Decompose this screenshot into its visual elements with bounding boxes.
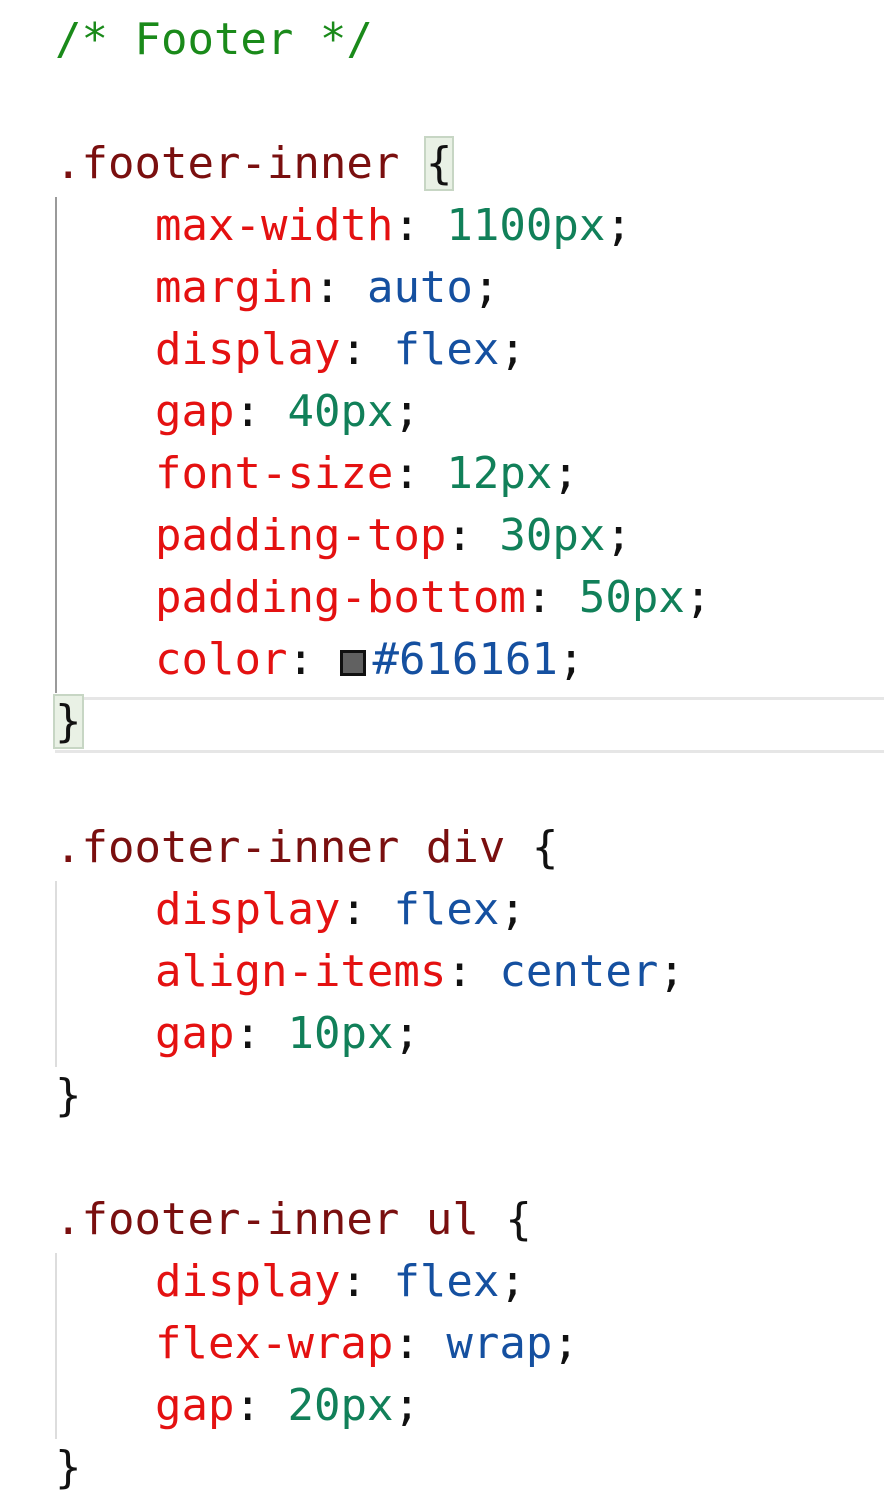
property-value: flex xyxy=(393,324,500,375)
property-value: wrap xyxy=(446,1318,553,1369)
property-name: padding-bottom xyxy=(155,572,526,623)
declaration-line: display: flex; xyxy=(155,879,526,941)
property-name: color xyxy=(155,634,288,685)
indent-guide-rule-1 xyxy=(55,197,57,693)
property-name: gap xyxy=(155,1008,235,1059)
declaration-line: display: flex; xyxy=(155,319,526,381)
colon: : xyxy=(393,1318,420,1369)
semicolon: ; xyxy=(684,572,712,623)
colon: : xyxy=(393,448,420,499)
property-value: 40px xyxy=(287,386,394,437)
property-name: padding-top xyxy=(155,510,447,561)
rule-1-selector: .footer-inner xyxy=(55,138,400,189)
property-value: #616161 xyxy=(372,634,558,685)
property-value: 1100px xyxy=(446,200,606,251)
colon: : xyxy=(340,1256,367,1307)
indent-guide-rule-2 xyxy=(55,881,57,1067)
colon: : xyxy=(234,1380,261,1431)
property-name: font-size xyxy=(155,448,394,499)
property-name: margin xyxy=(155,262,314,313)
semicolon: ; xyxy=(499,1256,526,1307)
semicolon: ; xyxy=(499,884,526,935)
property-name: align-items xyxy=(155,946,447,997)
property-name: flex-wrap xyxy=(155,1318,394,1369)
rule-1-selector-line: .footer-inner { xyxy=(55,133,455,195)
rule-3-selector-line: .footer-inner ul { xyxy=(55,1189,532,1251)
comment-line: /* Footer */ xyxy=(55,14,373,65)
property-name: display xyxy=(155,884,341,935)
rule-1-open-brace: { xyxy=(423,136,455,191)
colon: : xyxy=(340,324,367,375)
property-name: display xyxy=(155,1256,341,1307)
semicolon: ; xyxy=(552,1318,579,1369)
colon: : xyxy=(234,386,261,437)
semicolon: ; xyxy=(393,1380,420,1431)
declaration-line: display: flex; xyxy=(155,1251,526,1313)
property-value: center xyxy=(499,946,659,997)
rule-1-close-line: } xyxy=(53,691,84,753)
colon: : xyxy=(446,946,473,997)
color-swatch-icon[interactable] xyxy=(340,650,367,676)
property-value: flex xyxy=(393,1256,500,1307)
property-name: display xyxy=(155,324,341,375)
property-value: flex xyxy=(393,884,500,935)
property-value: 10px xyxy=(287,1008,394,1059)
colon: : xyxy=(287,634,314,685)
indent-guide-rule-3 xyxy=(55,1253,57,1439)
semicolon: ; xyxy=(605,510,632,561)
property-name: gap xyxy=(155,386,235,437)
colon: : xyxy=(234,1008,261,1059)
property-name: gap xyxy=(155,1380,235,1431)
declaration-line: max-width: 1100px; xyxy=(155,195,632,257)
semicolon: ; xyxy=(552,448,579,499)
declaration-line: gap: 20px; xyxy=(155,1375,420,1437)
colon: : xyxy=(393,200,420,251)
semicolon: ; xyxy=(557,634,585,685)
property-value: 12px xyxy=(446,448,553,499)
colon: : xyxy=(340,884,367,935)
rule-2-selector-line: .footer-inner div { xyxy=(55,817,558,879)
rule-3-selector: .footer-inner ul xyxy=(55,1194,479,1245)
rule-1-close-brace: } xyxy=(53,694,84,749)
property-value: 30px xyxy=(499,510,606,561)
semicolon: ; xyxy=(658,946,685,997)
rule-3-close-line: } xyxy=(55,1437,82,1499)
semicolon: ; xyxy=(499,324,526,375)
rule-2-close-brace: } xyxy=(55,1070,82,1121)
current-line-highlight xyxy=(55,697,884,753)
colon: : xyxy=(525,572,553,623)
declaration-line: align-items: center; xyxy=(155,941,685,1003)
property-value: 50px xyxy=(578,572,685,623)
declaration-line: padding-bottom: 50px; xyxy=(155,567,711,629)
declaration-line: flex-wrap: wrap; xyxy=(155,1313,579,1375)
rule-2-selector: .footer-inner div xyxy=(55,822,506,873)
declaration-line: margin: auto; xyxy=(155,257,499,319)
declaration-line: font-size: 12px; xyxy=(155,443,579,505)
rule-2-open-brace: { xyxy=(531,822,559,873)
semicolon: ; xyxy=(393,1008,420,1059)
semicolon: ; xyxy=(393,386,420,437)
colon: : xyxy=(446,510,473,561)
rule-3-close-brace: } xyxy=(55,1442,82,1493)
declaration-line: padding-top: 30px; xyxy=(155,505,632,567)
colon: : xyxy=(313,262,341,313)
code-editor[interactable]: /* Footer */ .footer-inner { max-width: … xyxy=(0,0,884,1508)
declaration-line: gap: 40px; xyxy=(155,381,420,443)
property-name: max-width xyxy=(155,200,394,251)
rule-2-close-line: } xyxy=(55,1065,82,1127)
property-value: auto xyxy=(366,262,473,313)
property-value: 20px xyxy=(287,1380,394,1431)
rule-3-open-brace: { xyxy=(505,1194,532,1245)
semicolon: ; xyxy=(605,200,632,251)
semicolon: ; xyxy=(472,262,500,313)
declaration-line: gap: 10px; xyxy=(155,1003,420,1065)
declaration-line: color: #616161; xyxy=(155,629,584,691)
